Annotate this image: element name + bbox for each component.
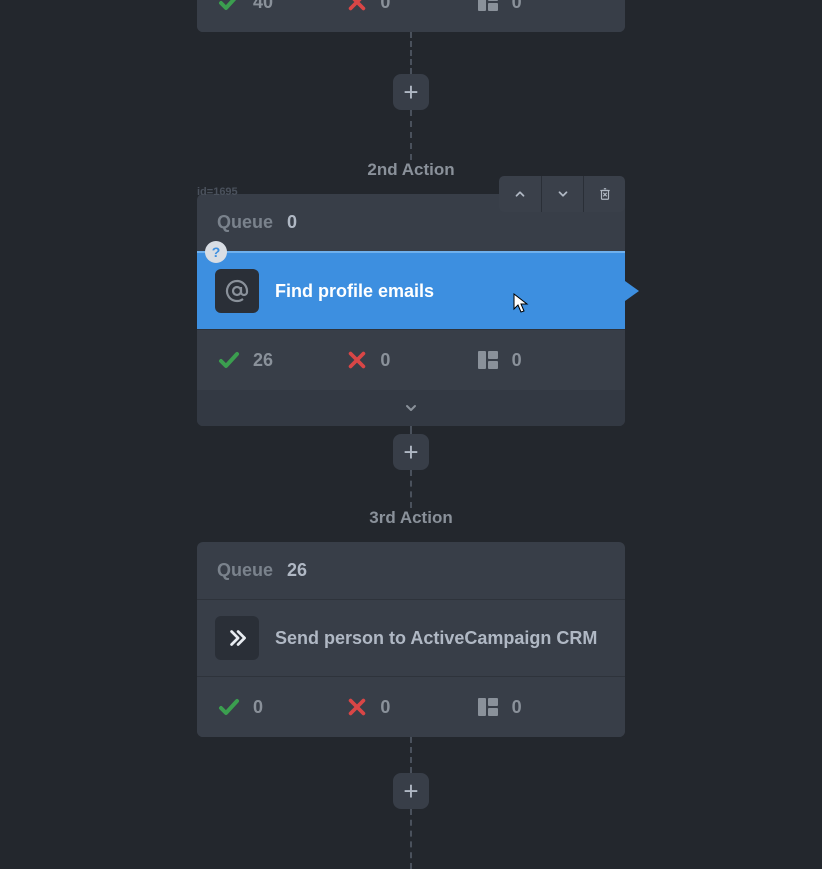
action-row[interactable]: ? Find profile emails [197,251,625,329]
card-controls [499,176,625,212]
action-label: 3rd Action [197,508,625,528]
stat-fail: 0 [380,0,390,13]
add-step-button[interactable]: + [393,773,429,809]
check-icon [217,695,241,719]
stats-row: 0 0 0 [197,677,625,737]
id-tag: id=1695 [197,186,238,198]
action-row[interactable]: Send person to ActiveCampaign CRM [197,599,625,676]
stat-other: 0 [512,350,522,371]
expand-button[interactable] [197,390,625,426]
stat-success: 0 [253,697,263,718]
action-title: Find profile emails [275,281,434,302]
cross-icon [346,349,368,371]
cross-icon [346,0,368,13]
flag-icon [476,350,500,370]
connector [410,110,412,160]
stats-row: 40 0 0 [197,0,625,32]
queue-label: Queue [217,560,273,581]
stat-success: 26 [253,350,273,371]
connector [410,470,412,508]
queue-value: 26 [287,560,307,581]
check-icon [217,348,241,372]
cross-icon [346,696,368,718]
add-step-button[interactable]: + [393,434,429,470]
stats-row: 26 0 0 [197,330,625,390]
connector [410,426,412,434]
queue-row: Queue 26 [197,542,625,599]
cursor-icon [513,293,529,313]
delete-button[interactable] [583,176,625,212]
move-down-button[interactable] [541,176,583,212]
action-title: Send person to ActiveCampaign CRM [275,628,597,649]
chevrons-right-icon [215,616,259,660]
stat-other: 0 [512,697,522,718]
connector [410,737,412,773]
flag-icon [476,0,500,12]
queue-label: Queue [217,212,273,233]
stat-fail: 0 [380,697,390,718]
stat-fail: 0 [380,350,390,371]
help-icon[interactable]: ? [205,241,227,263]
connector [410,809,412,869]
flag-icon [476,697,500,717]
queue-value: 0 [287,212,297,233]
add-step-button[interactable]: + [393,74,429,110]
stat-success: 40 [253,0,273,13]
connector [410,32,412,74]
check-icon [217,0,241,14]
stat-other: 0 [512,0,522,13]
at-icon [215,269,259,313]
move-up-button[interactable] [499,176,541,212]
